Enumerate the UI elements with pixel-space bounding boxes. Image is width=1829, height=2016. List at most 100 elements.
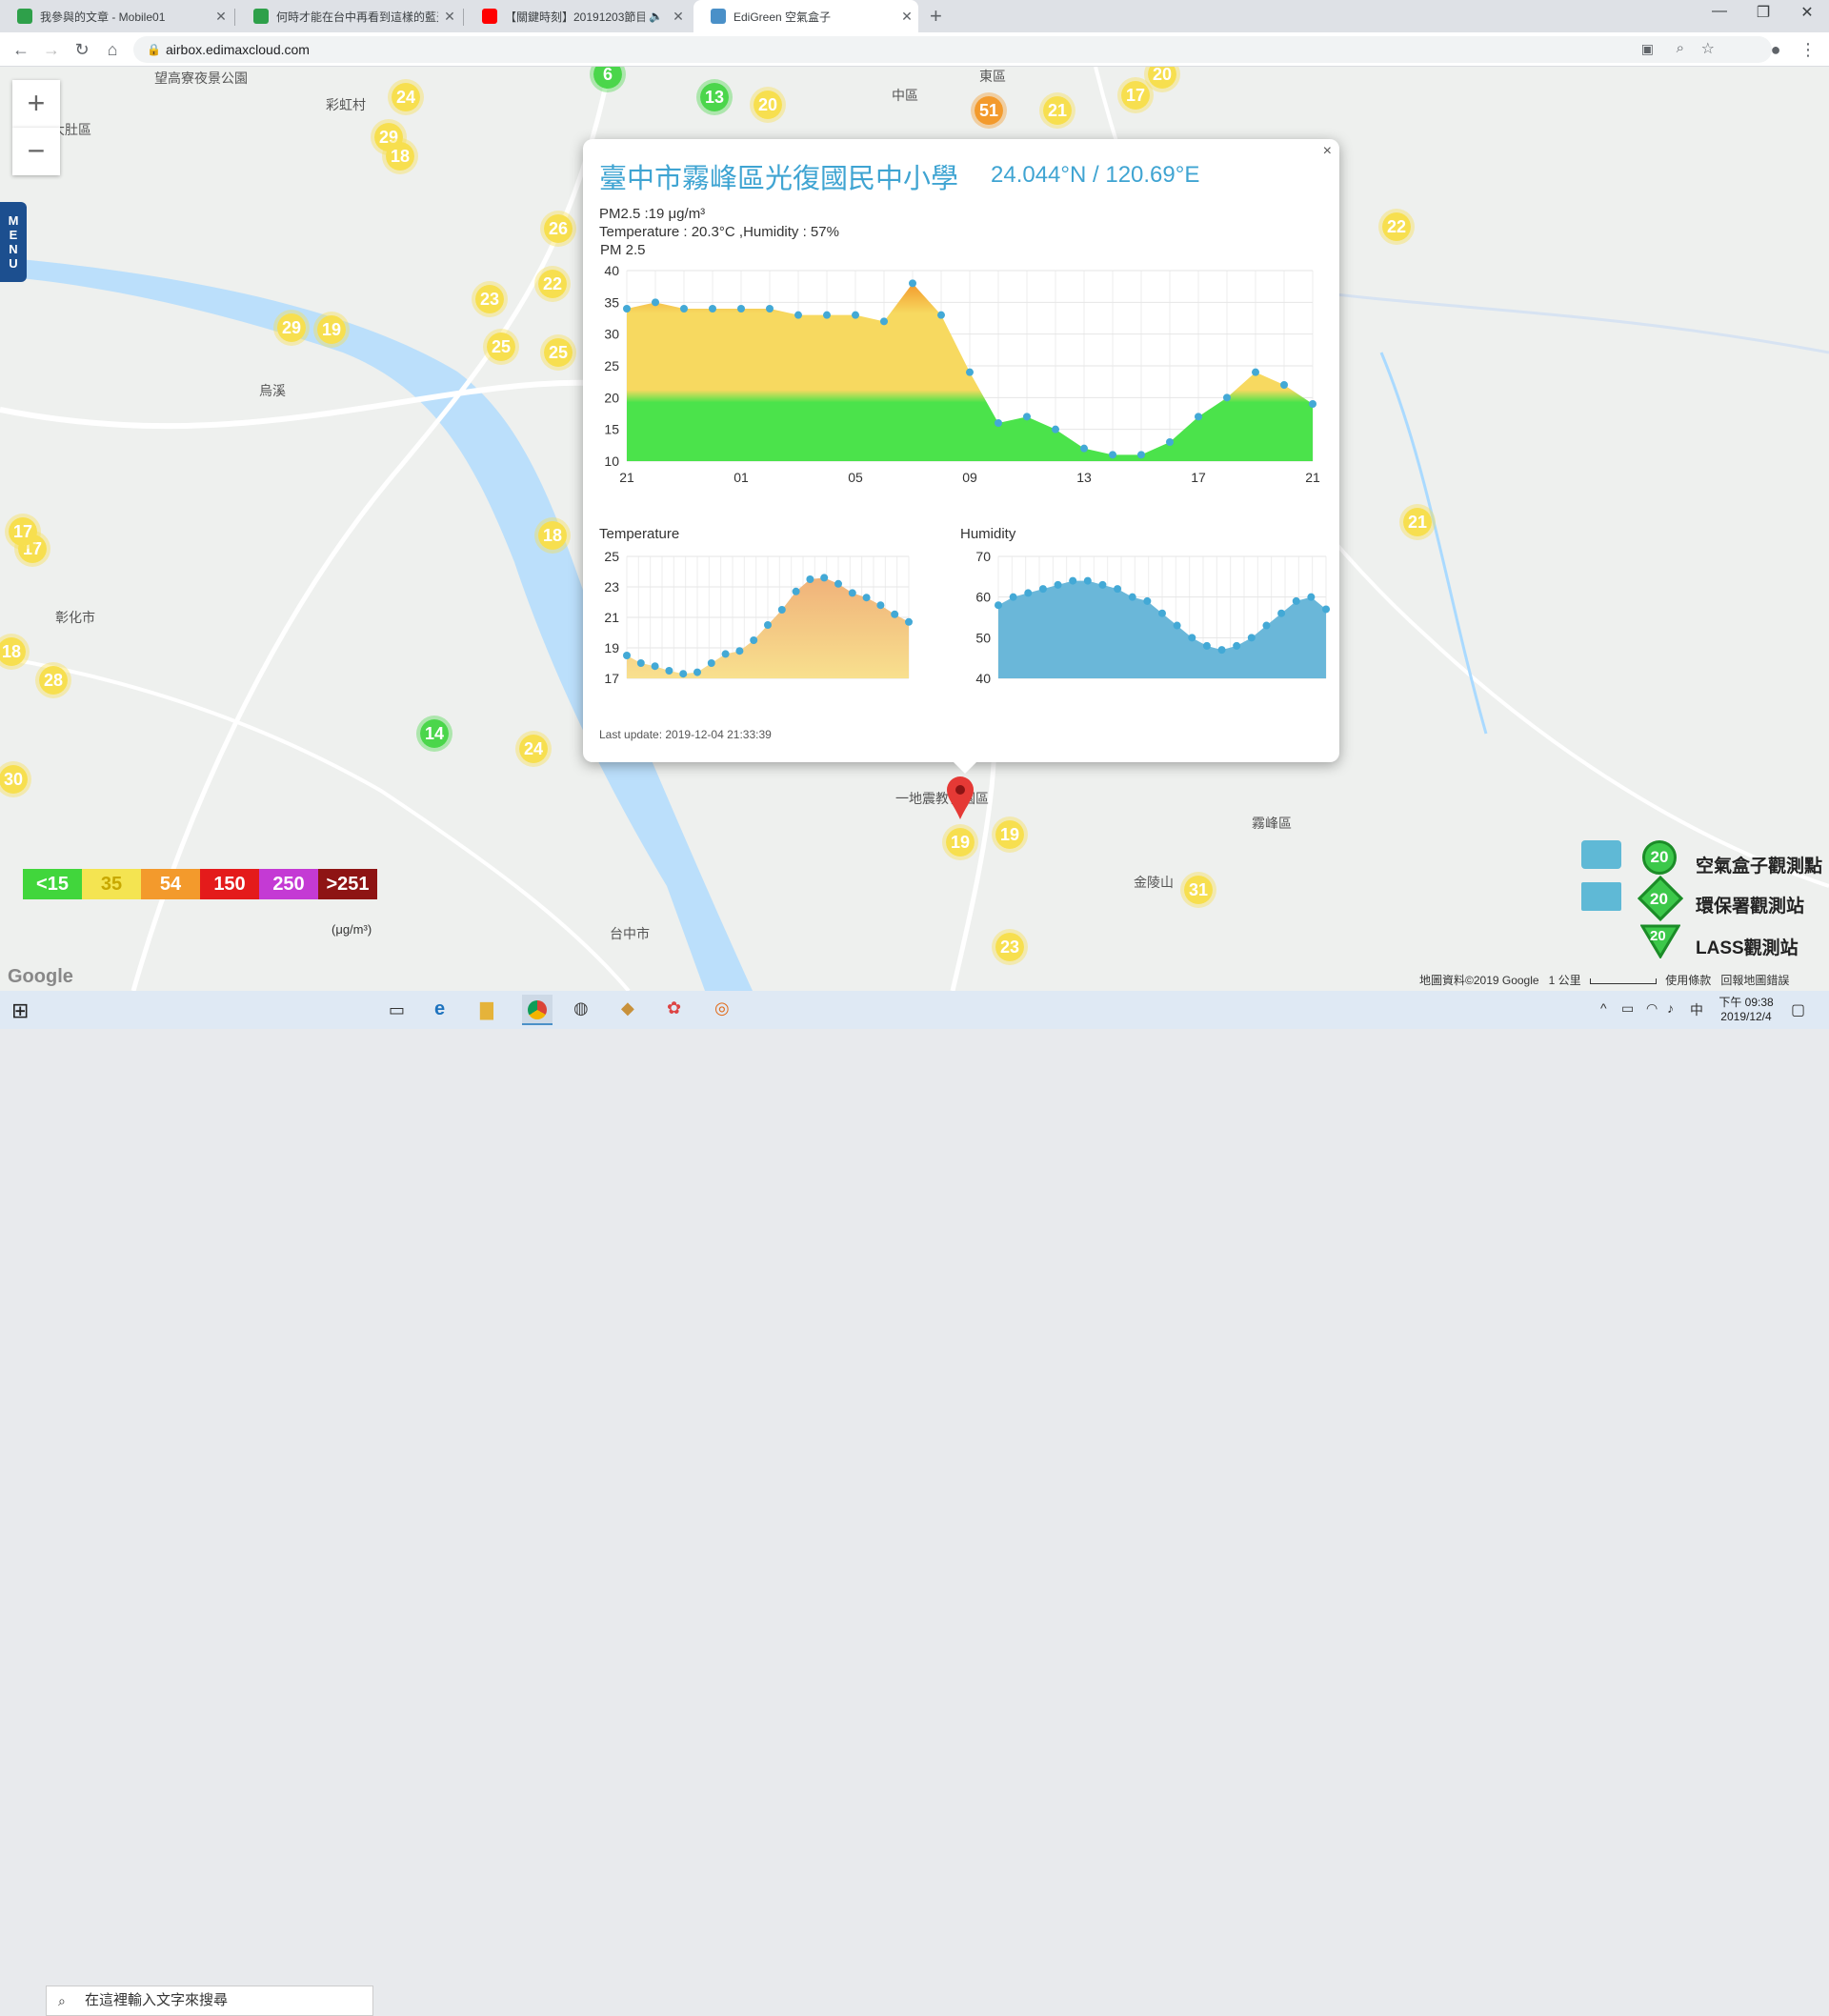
data-point[interactable] [1166, 438, 1174, 446]
home-icon[interactable]: ⌂ [101, 38, 124, 61]
aq-marker[interactable]: 19 [313, 312, 350, 348]
aq-marker[interactable]: 14 [416, 716, 452, 752]
wifi-icon[interactable]: ◠ [1646, 1000, 1658, 1017]
tray-chevron-icon[interactable]: ^ [1600, 1000, 1607, 1016]
close-tab-icon[interactable]: ✕ [210, 9, 232, 25]
aq-marker[interactable]: 13 [696, 79, 733, 115]
data-point[interactable] [652, 298, 659, 307]
data-point[interactable] [1114, 585, 1122, 594]
data-point[interactable] [862, 594, 871, 602]
aq-marker[interactable]: 31 [1180, 872, 1216, 908]
aq-marker[interactable]: 19 [942, 824, 978, 860]
aq-marker[interactable]: 24 [388, 79, 424, 115]
aq-marker[interactable]: 25 [483, 329, 519, 365]
data-point[interactable] [777, 606, 786, 614]
data-point[interactable] [651, 662, 659, 671]
aq-marker[interactable]: 23 [472, 281, 508, 317]
battery-icon[interactable]: ▭ [1621, 1000, 1634, 1017]
aq-marker[interactable]: 29 [273, 310, 310, 346]
data-point[interactable] [636, 659, 645, 667]
data-point[interactable] [820, 574, 829, 582]
address-bar[interactable]: 🔒 airbox.edimaxcloud.com ▣ ⌕ ☆ [133, 36, 1772, 63]
zoom-in-button[interactable]: + [12, 80, 60, 128]
terms-link[interactable]: 使用條款 [1665, 974, 1711, 987]
taskbar-search-input[interactable]: ⌕ 在這裡輸入文字來搜尋 [46, 1986, 373, 2016]
speaker-icon[interactable]: 🔈 [649, 10, 663, 23]
data-point[interactable] [679, 670, 688, 678]
volume-icon[interactable]: ♪ [1667, 1000, 1674, 1016]
data-point[interactable] [1247, 634, 1256, 642]
data-point[interactable] [794, 311, 802, 319]
tab-edigreen[interactable]: EdiGreen 空氣盒子 ✕ [693, 0, 918, 32]
data-point[interactable] [823, 311, 831, 319]
data-point[interactable] [1054, 580, 1062, 589]
notification-icon[interactable]: ▢ [1791, 1000, 1805, 1019]
data-point[interactable] [707, 659, 715, 667]
data-point[interactable] [709, 305, 716, 312]
task-view-icon[interactable]: ▭ [389, 1000, 405, 1020]
aq-marker[interactable]: 18 [534, 517, 571, 554]
data-point[interactable] [891, 610, 899, 618]
app-icon-2[interactable]: ◆ [621, 998, 634, 1018]
data-point[interactable] [735, 647, 744, 655]
data-point[interactable] [623, 652, 631, 659]
reload-icon[interactable]: ↻ [70, 38, 93, 61]
data-point[interactable] [1038, 585, 1047, 594]
data-point[interactable] [1307, 593, 1316, 601]
edge-icon[interactable]: e [434, 998, 445, 1020]
data-point[interactable] [1195, 413, 1202, 421]
data-point[interactable] [766, 305, 774, 312]
data-point[interactable] [1277, 609, 1286, 617]
close-tab-icon[interactable]: ✕ [438, 9, 461, 25]
aq-marker[interactable]: 22 [534, 266, 571, 302]
location-pin-icon[interactable] [945, 776, 975, 821]
data-point[interactable] [792, 587, 800, 595]
new-tab-button[interactable]: + [930, 4, 942, 29]
menu-dots-icon[interactable]: ⋮ [1797, 38, 1819, 61]
zoom-icon[interactable]: ⌕ [1677, 40, 1684, 56]
app-icon-1[interactable]: ◍ [573, 998, 589, 1018]
data-point[interactable] [937, 311, 945, 319]
data-point[interactable] [852, 311, 859, 319]
data-point[interactable] [1137, 451, 1145, 459]
data-point[interactable] [995, 419, 1002, 427]
close-tab-icon[interactable]: ✕ [667, 9, 690, 25]
data-point[interactable] [1188, 634, 1196, 642]
menu-button[interactable]: MENU [0, 202, 27, 282]
data-point[interactable] [1173, 621, 1181, 630]
data-point[interactable] [1023, 413, 1031, 421]
account-icon[interactable]: ● [1764, 38, 1787, 61]
data-point[interactable] [1052, 425, 1059, 433]
data-point[interactable] [1009, 593, 1017, 601]
report-error-link[interactable]: 回報地圖錯誤 [1720, 974, 1789, 987]
aq-marker[interactable]: 20 [750, 87, 786, 123]
data-point[interactable] [721, 650, 730, 658]
aq-marker[interactable]: 18 [382, 138, 418, 174]
data-point[interactable] [1024, 589, 1033, 597]
close-tab-icon[interactable]: ✕ [895, 9, 918, 25]
data-point[interactable] [680, 305, 688, 312]
translate-icon[interactable]: ▣ [1641, 41, 1654, 57]
data-point[interactable] [1069, 576, 1077, 585]
data-point[interactable] [693, 668, 701, 676]
data-point[interactable] [1109, 451, 1116, 459]
data-point[interactable] [623, 305, 631, 312]
data-point[interactable] [1262, 621, 1271, 630]
app-icon-3[interactable]: ✿ [667, 998, 681, 1018]
aq-marker[interactable]: 51 [971, 92, 1007, 129]
data-point[interactable] [1217, 646, 1226, 655]
aq-marker[interactable]: 21 [1399, 504, 1436, 540]
bookmark-star-icon[interactable]: ☆ [1701, 39, 1715, 58]
data-point[interactable] [750, 636, 758, 644]
data-point[interactable] [764, 621, 772, 629]
aq-marker[interactable]: 23 [992, 929, 1028, 965]
tab-mobile01-bluesky[interactable]: 何時才能在台中再看到這樣的藍天 ✕ [236, 0, 461, 32]
close-window-button[interactable]: ✕ [1785, 3, 1829, 22]
data-point[interactable] [806, 575, 814, 583]
ime-indicator[interactable]: 中 [1690, 1000, 1703, 1019]
minimize-button[interactable]: — [1698, 3, 1741, 20]
explorer-icon[interactable]: ▇ [480, 1000, 493, 1020]
aq-marker[interactable]: 22 [1378, 209, 1415, 245]
data-point[interactable] [1322, 605, 1330, 614]
aq-marker[interactable]: 19 [992, 816, 1028, 853]
